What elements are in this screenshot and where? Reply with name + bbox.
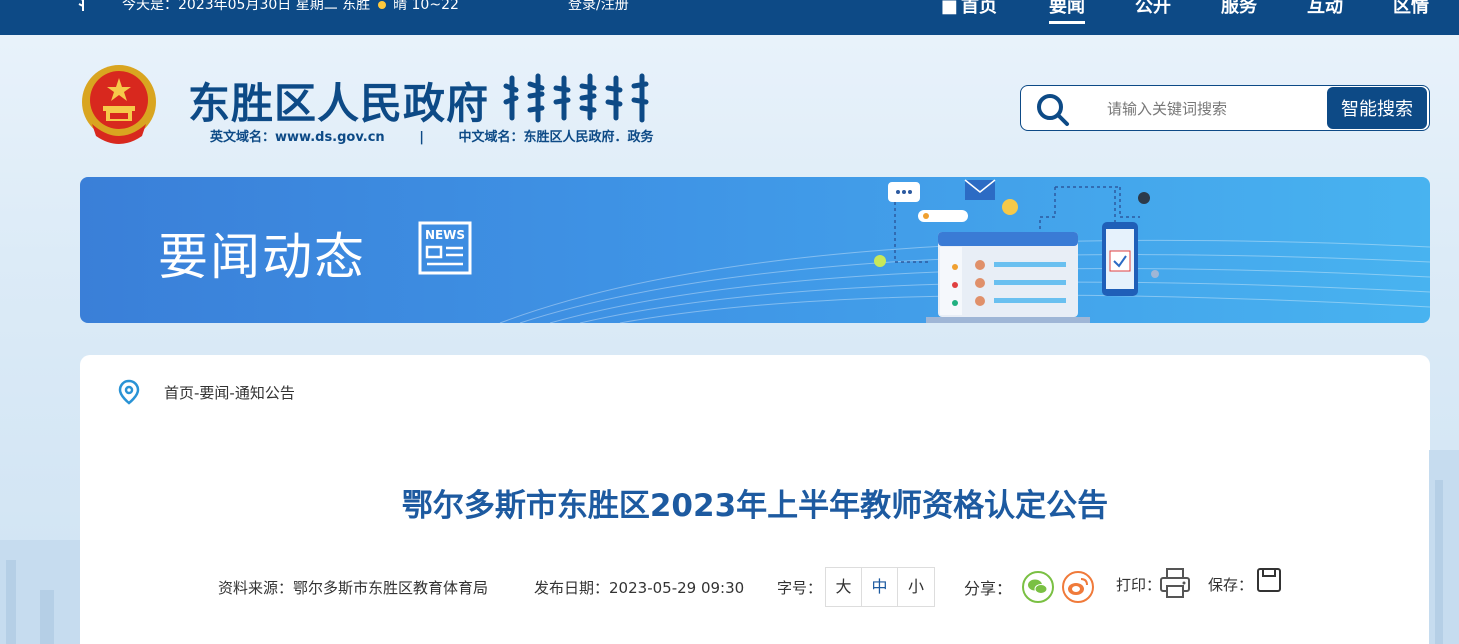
article-source: 资料来源：鄂尔多斯市东胜区教育体育局 [218,577,488,598]
fontsize-small-button[interactable]: 小 [898,568,934,606]
banner-title: 要闻动态 [158,228,366,286]
nav-news[interactable]: 要闻 [1049,0,1085,24]
login-register-link[interactable]: 登录/注册 [568,0,629,14]
date-text: 今天是：2023年05月30日 星期二 东胜 [122,0,371,13]
printer-icon[interactable] [1158,567,1192,599]
nav-home[interactable]: ■ 首页 [941,0,997,18]
section-banner: 要闻动态 NEWS [80,177,1430,323]
wechat-share-icon[interactable] [1022,571,1054,603]
save-icon[interactable] [1256,567,1282,593]
fontsize-medium-button[interactable]: 中 [862,568,898,606]
search-box: 智能搜索 [1020,85,1430,131]
search-icon[interactable] [1035,92,1071,128]
decorative-buildings-right [1429,450,1459,644]
location-pin-icon [118,379,140,405]
nav-service[interactable]: 服务 [1221,0,1257,18]
top-bar: 今天是：2023年05月30日 星期二 东胜 晴 10~22 登录/注册 ■ 首… [0,0,1459,35]
decorative-buildings-left [0,540,80,644]
mongolian-logo-icon [78,0,84,11]
site-title: 东胜区人民政府 [188,79,490,128]
article-title: 鄂尔多斯市东胜区2023年上半年教师资格认定公告 [401,488,1109,524]
date-label: 发布日期： [534,579,610,597]
smart-search-button[interactable]: 智能搜索 [1327,87,1427,129]
weather-text: 晴 10~22 [393,0,459,13]
cn-domain: 中文域名：东胜区人民政府．政务 [458,130,654,145]
en-domain: 英文域名：www.ds.gov.cn [210,130,385,145]
sun-icon [377,1,386,9]
nav-home-label: 首页 [961,0,997,17]
home-icon: ■ [940,0,958,17]
weibo-share-icon[interactable] [1062,571,1094,603]
nav-interact[interactable]: 互动 [1307,0,1343,18]
save-label: 保存： [1208,576,1254,594]
article-card: 首页-要闻-通知公告 鄂尔多斯市东胜区2023年上半年教师资格认定公告 资料来源… [80,355,1430,644]
fontsize-large-button[interactable]: 大 [826,568,862,606]
domain-names: 英文域名：www.ds.gov.cn | 中文域名：东胜区人民政府．政务 [210,126,654,145]
news-icon: NEWS [418,221,472,275]
breadcrumb[interactable]: 首页-要闻-通知公告 [164,382,295,403]
source-label: 资料来源： [218,579,294,597]
nav-district-info[interactable]: 区情 [1393,0,1429,18]
news-icon-text: NEWS [425,228,465,242]
date-value: 2023-05-29 09:30 [609,579,745,597]
national-emblem-icon [82,65,156,144]
nav-public[interactable]: 公开 [1135,0,1171,18]
search-input[interactable] [1107,96,1327,122]
share-label: 分享： [964,579,1013,598]
date-weather: 今天是：2023年05月30日 星期二 东胜 晴 10~22 [122,0,459,14]
fontsize-label: 字号： [777,579,823,597]
main-nav: ■ 首页 要闻 公开 服务 互动 区情 [941,0,1429,24]
source-value: 鄂尔多斯市东胜区教育体育局 [293,579,489,597]
print-label: 打印： [1116,576,1162,594]
domain-separator: | [419,130,424,145]
fontsize-switcher: 大 中 小 [825,567,935,607]
mongolian-script-logo [503,73,649,123]
article-date: 发布日期：2023-05-29 09:30 [534,577,744,598]
